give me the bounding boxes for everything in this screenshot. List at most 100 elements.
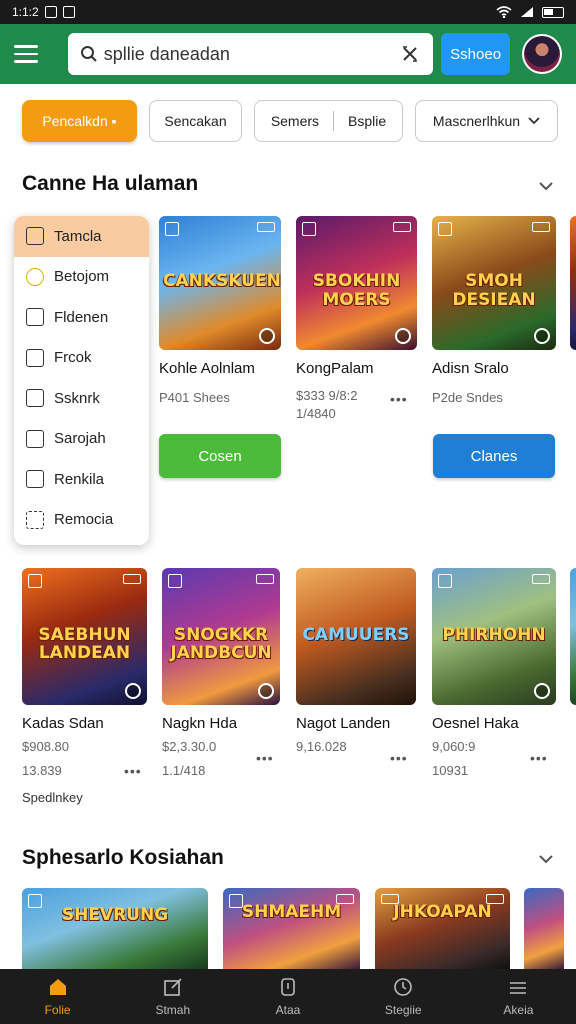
filter-chip-2[interactable]: Sencakan bbox=[149, 100, 242, 142]
box-icon bbox=[281, 977, 295, 996]
clear-search-icon[interactable] bbox=[399, 43, 421, 65]
thumbnail-title: PHIRHOHN bbox=[442, 624, 546, 645]
dropdown-item-label: Frcok bbox=[54, 349, 92, 367]
filter-chip-3-right: Bsplie bbox=[348, 113, 387, 129]
thumbnail-title: SBOKHIN MOERS bbox=[312, 271, 401, 310]
remove-icon bbox=[26, 510, 44, 529]
nav-item-home[interactable]: Folie bbox=[0, 969, 115, 1024]
app-notification-icon bbox=[62, 6, 75, 18]
home-icon bbox=[49, 978, 66, 995]
platform-icon bbox=[534, 683, 550, 699]
more-options-icon[interactable]: ••• bbox=[390, 750, 408, 766]
game-card-partial[interactable] bbox=[570, 568, 576, 705]
nav-item-box[interactable]: Ataa bbox=[230, 969, 345, 1024]
game-card[interactable]: SMOH DESIEAN Adisn Sralo P2de Sndes bbox=[432, 216, 556, 408]
game-card[interactable]: SNOGKKR JANDBCUN Nagkn Hda $2,3.30.0 1.1… bbox=[162, 568, 280, 781]
nav-label: Ataa bbox=[275, 1002, 301, 1017]
dropdown-item[interactable]: Remocia bbox=[14, 500, 149, 541]
section-2-chevron-icon[interactable] bbox=[538, 851, 554, 867]
game-card[interactable]: SHEVRUNG bbox=[22, 888, 208, 969]
game-name: Nagot Landen bbox=[296, 715, 391, 732]
game-card[interactable]: SAEBHUN LANDEAN Kadas Sdan $908.80 13.83… bbox=[22, 568, 147, 781]
badge-check-icon bbox=[26, 267, 44, 286]
badge-icon bbox=[28, 574, 42, 588]
filter-dropdown-label: Mascnerlhkun bbox=[432, 113, 521, 129]
section-1-chevron-icon[interactable] bbox=[538, 178, 554, 194]
rating-icon bbox=[393, 222, 411, 232]
dropdown-item-label: Renkila bbox=[54, 470, 105, 488]
game-name: Oesnel Haka bbox=[432, 715, 519, 732]
rating-icon bbox=[532, 222, 550, 232]
dropdown-item[interactable]: Renkila bbox=[14, 459, 149, 500]
menu-icon[interactable] bbox=[14, 39, 44, 69]
game-thumbnail: SMOH DESIEAN bbox=[432, 216, 556, 350]
clock-icon bbox=[394, 977, 413, 996]
thumbnail-title: SAEBHUN LANDEAN bbox=[38, 624, 131, 664]
game-card-partial[interactable] bbox=[570, 216, 576, 350]
game-name: KongPalam bbox=[296, 360, 374, 377]
game-thumbnail: SNOGKKR JANDBCUN bbox=[162, 568, 280, 705]
status-bar: 1:1:2 bbox=[0, 0, 576, 24]
search-button[interactable]: Sshoeo bbox=[440, 33, 511, 75]
cta-button-blue[interactable]: Clanes bbox=[433, 434, 555, 478]
dropdown-item-label: Tamcla bbox=[54, 227, 102, 245]
dropdown-item-label: Remocia bbox=[54, 511, 114, 529]
battery-icon bbox=[542, 6, 564, 18]
section-title-1: Canne Ha ulaman bbox=[22, 172, 199, 195]
document-icon bbox=[26, 227, 44, 246]
section-title-2: Sphesarlo Kosiahan bbox=[22, 846, 224, 869]
cta-button-green[interactable]: Cosen bbox=[159, 434, 281, 478]
game-card[interactable]: SHMAEHM bbox=[223, 888, 360, 969]
nav-item-edit[interactable]: Stmah bbox=[115, 969, 230, 1024]
dropdown-item-label: Ssknrk bbox=[54, 389, 100, 407]
chevron-down-icon bbox=[528, 117, 540, 125]
avatar[interactable] bbox=[522, 34, 563, 74]
checkbox-icon bbox=[26, 348, 44, 367]
platform-icon bbox=[395, 328, 411, 344]
dropdown-item[interactable]: Ssknrk bbox=[14, 378, 149, 419]
more-options-icon[interactable]: ••• bbox=[124, 763, 142, 779]
game-name: Kohle Aolnlam bbox=[159, 360, 255, 377]
more-options-icon[interactable]: ••• bbox=[390, 391, 408, 407]
wifi-icon bbox=[496, 6, 512, 18]
game-count: 1/4840 bbox=[296, 406, 336, 422]
notification-icon bbox=[44, 6, 57, 18]
more-options-icon[interactable]: ••• bbox=[256, 750, 274, 766]
chip-divider bbox=[333, 111, 335, 131]
dropdown-item[interactable]: Frcok bbox=[14, 338, 149, 379]
filter-dropdown[interactable]: Mascnerlhkun bbox=[415, 100, 558, 142]
badge-icon bbox=[438, 574, 452, 588]
game-card[interactable]: PHIRHOHN Oesnel Haka 9,060:9 10931 bbox=[432, 568, 556, 781]
search-input[interactable] bbox=[103, 43, 399, 65]
nav-item-more[interactable]: Akeia bbox=[461, 969, 576, 1024]
dropdown-item[interactable]: Sarojah bbox=[14, 419, 149, 460]
more-options-icon[interactable]: ••• bbox=[530, 750, 548, 766]
refresh-icon bbox=[26, 308, 44, 327]
thumbnail-title: SHMAEHM bbox=[241, 901, 342, 922]
dropdown-item-label: Sarojah bbox=[54, 430, 106, 448]
file-icon bbox=[26, 389, 44, 408]
game-thumbnail: SHMAEHM bbox=[223, 888, 360, 969]
dropdown-item[interactable]: Tamcla bbox=[14, 216, 149, 257]
game-card[interactable]: CANKSKUEN Kohle Aolnlam P401 Shees bbox=[159, 216, 281, 408]
dropdown-item[interactable]: Fldenen bbox=[14, 297, 149, 338]
search-bar[interactable] bbox=[67, 33, 433, 75]
thumbnail-title: SNOGKKR JANDBCUN bbox=[170, 624, 272, 664]
game-card-partial[interactable] bbox=[524, 888, 564, 969]
platform-icon bbox=[534, 328, 550, 344]
thumbnail-title: SMOH DESIEAN bbox=[452, 271, 536, 310]
game-card[interactable]: CAMUUERS Nagot Landen 9,16.028 bbox=[296, 568, 416, 757]
dropdown-item[interactable]: Betojom bbox=[14, 257, 149, 298]
nav-item-clock[interactable]: Stegiie bbox=[346, 969, 461, 1024]
game-card[interactable]: JHKOAPAN bbox=[375, 888, 510, 969]
nav-label: Akeia bbox=[503, 1002, 534, 1017]
game-thumbnail bbox=[524, 888, 564, 969]
filter-bar: Pencalkdn ▪ Sencakan Semers Bsplie Mascn… bbox=[22, 100, 558, 142]
row-extra-label[interactable]: Spedlnkey bbox=[22, 790, 83, 805]
nav-label: Stmah bbox=[155, 1002, 191, 1017]
game-name: Nagkn Hda bbox=[162, 715, 238, 732]
filter-chip-primary[interactable]: Pencalkdn ▪ bbox=[22, 100, 137, 142]
thumbnail-title: SHEVRUNG bbox=[61, 904, 169, 925]
rating-icon bbox=[123, 574, 141, 584]
filter-chip-3[interactable]: Semers Bsplie bbox=[254, 100, 403, 142]
